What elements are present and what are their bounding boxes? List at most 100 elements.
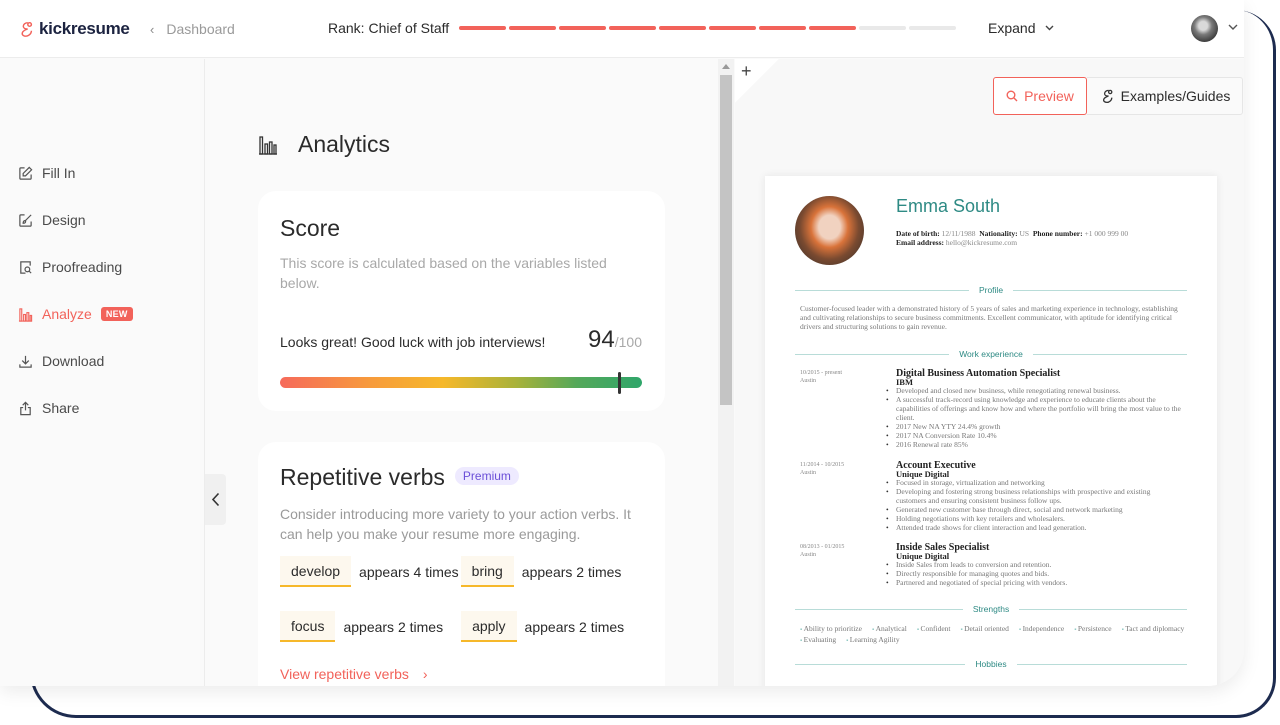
sidebar-item-proofreading[interactable]: Proofreading (18, 259, 122, 275)
job-location: Austin (800, 378, 817, 384)
job-company: IBM (896, 377, 913, 387)
resume-preview-panel: + Preview Examples/Guides Emma South Dat… (735, 59, 1244, 686)
expand-dropdown[interactable]: Expand (988, 20, 1054, 36)
rank-segment (859, 26, 907, 30)
sidebar-item-label: Fill In (42, 165, 76, 181)
contact-value: hello@kickresume.com (945, 238, 1018, 247)
app-window: kickresume ‹ Dashboard Rank: Chief of St… (0, 0, 1244, 686)
rank-indicator: Rank: Chief of Staff (328, 20, 957, 36)
verb-count: appears 2 times (343, 618, 444, 635)
chevron-left-icon: ‹ (150, 21, 155, 37)
rank-segment (659, 26, 707, 30)
job-bullet: 2017 NA Conversion Rate 10.4% (886, 431, 1181, 440)
job-bullet: Developed and closed new business, while… (886, 386, 1181, 395)
section-title: Strengths (972, 604, 1010, 614)
verb-chip[interactable]: develop (280, 556, 352, 587)
brush-icon (19, 213, 32, 227)
sidebar-item-analyze[interactable]: Analyze NEW (18, 306, 133, 322)
resume-document[interactable]: Emma South Date of birth: 12/11/1988 Nat… (765, 176, 1217, 686)
job-meta: 10/2015 - present Austin (800, 369, 880, 385)
strength-item: Detail oriented (961, 624, 1009, 635)
rank-segment (559, 26, 607, 30)
back-to-dashboard-link[interactable]: ‹ Dashboard (150, 21, 235, 37)
resume-name: Emma South (896, 196, 1001, 216)
job-company: Unique Digital (896, 469, 950, 479)
job-meta: 11/2014 - 10/2015 Austin (800, 461, 880, 477)
share-icon (20, 401, 31, 415)
sidebar-item-fill-in[interactable]: Fill In (18, 165, 75, 181)
rank-label: Rank: Chief of Staff (328, 20, 450, 36)
contact-value: US (1019, 229, 1030, 238)
rank-segment (909, 26, 957, 30)
search-document-icon (20, 260, 32, 274)
top-bar: kickresume ‹ Dashboard Rank: Chief of St… (0, 0, 1244, 58)
rank-segment (609, 26, 657, 30)
score-description: This score is calculated based on the va… (280, 255, 607, 291)
contact-label: Email address: (896, 238, 944, 247)
strength-item: Evaluating (800, 635, 837, 646)
contact-value: +1 000 999 00 (1084, 229, 1129, 238)
job-dates: 08/2013 - 01/2015 (800, 544, 845, 550)
job-bullet: 2016 Renewal rate 85% (886, 440, 1181, 449)
kickresume-logo-icon (1102, 89, 1113, 104)
sidebar-item-download[interactable]: Download (18, 353, 104, 369)
chevron-down-icon[interactable] (1228, 24, 1238, 31)
rank-segment (459, 26, 507, 30)
sidebar-item-share[interactable]: Share (18, 400, 79, 416)
analytics-panel: Analytics Score This score is calculated… (206, 59, 718, 686)
section-header-hobbies: Hobbies (795, 659, 1187, 669)
brand-logo[interactable]: kickresume (17, 19, 130, 39)
contact-label: Nationality: (979, 229, 1018, 238)
scrollbar-thumb[interactable] (720, 75, 732, 405)
job-title: Digital Business Automation Specialist (896, 368, 1061, 379)
view-repetitive-verbs-link[interactable]: View repetitive verbs › (280, 666, 428, 682)
rank-segment (759, 26, 807, 30)
rank-segment (809, 26, 857, 30)
strength-item: Independence (1019, 624, 1065, 635)
sidebar-item-label: Design (42, 212, 86, 228)
job-bullet: Directly responsible for managing quotes… (886, 569, 1181, 578)
verb-count: appears 2 times (521, 563, 622, 580)
score-max: /100 (614, 334, 642, 350)
chevron-right-icon: › (422, 666, 428, 682)
strength-item: Confident (917, 624, 951, 635)
scroll-up-arrow-icon[interactable] (722, 64, 730, 69)
verb-row: develop appears 4 times bring appears 2 … (280, 556, 623, 587)
sidebar-item-label: Share (42, 400, 80, 416)
new-badge: NEW (100, 307, 133, 321)
rank-progress-bar (459, 26, 957, 30)
plus-icon[interactable]: + (741, 61, 752, 82)
job-bullet: Developing and fostering strong business… (886, 487, 1181, 505)
contact-line: Date of birth: 12/11/1988 Nationality: U… (896, 229, 1128, 238)
resume-contact: Date of birth: 12/11/1988 Nationality: U… (896, 229, 1128, 247)
job-location: Austin (800, 552, 817, 558)
user-avatar[interactable] (1191, 15, 1218, 42)
sidebar-item-label: Analyze (42, 306, 92, 322)
verb-chip[interactable]: focus (280, 611, 336, 642)
verb-chip[interactable]: apply (461, 611, 517, 642)
examples-guides-button[interactable]: Examples/Guides (1087, 77, 1243, 115)
rank-segment (709, 26, 757, 30)
score-gradient-bar (280, 372, 642, 394)
chevron-down-icon (1045, 25, 1054, 31)
job-bullet: Partnered and negotiated of special pric… (886, 578, 1181, 587)
job-bullet: Inside Sales from leads to conversion an… (886, 560, 1181, 569)
analytics-scrollbar[interactable] (718, 59, 734, 686)
section-title: Profile (978, 285, 1004, 295)
score-message: Looks great! Good luck with job intervie… (280, 334, 546, 350)
job-company: Unique Digital (896, 551, 950, 561)
strengths-list: Ability to prioritize Analytical Confident… (800, 624, 1185, 646)
sidebar-item-design[interactable]: Design (18, 212, 86, 228)
verbs-description: Consider introducing more variety to you… (280, 506, 631, 542)
score-card: Score This score is calculated based on … (258, 191, 665, 411)
score-title: Score (280, 215, 341, 241)
repetitive-verbs-card: Repetitive verbs Premium Consider introdu… (258, 442, 665, 686)
verb-chip[interactable]: bring (460, 556, 514, 587)
analytics-title: Analytics (298, 131, 391, 157)
job-location: Austin (800, 470, 817, 476)
preview-button[interactable]: Preview (993, 77, 1087, 115)
strength-item: Persistence (1074, 624, 1112, 635)
contact-value: 12/11/1988 (941, 229, 976, 238)
analytics-heading: Analytics (258, 131, 390, 158)
job-bullet: Holding negotiations with key retailers … (886, 514, 1181, 523)
